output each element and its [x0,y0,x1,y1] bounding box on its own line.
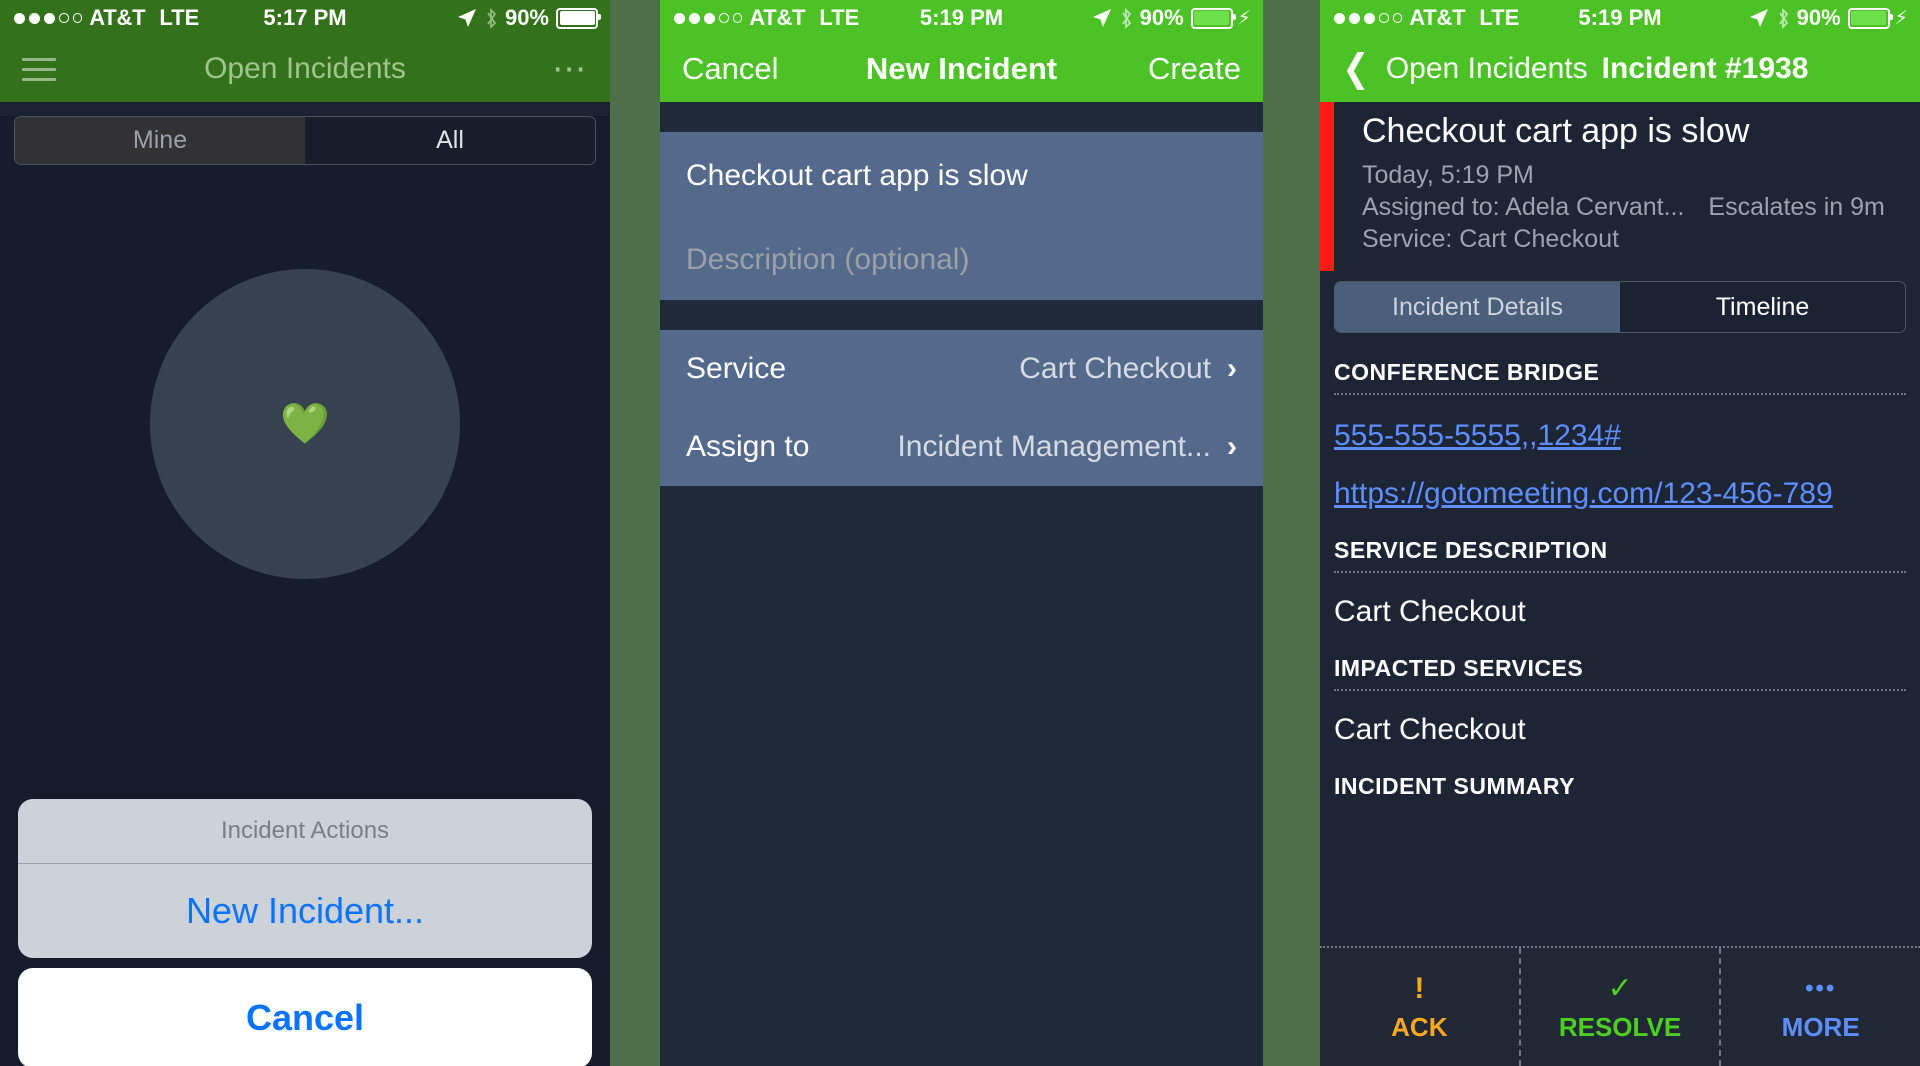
charging-bolt-icon: ⚡ [1237,7,1251,29]
conference-url-link[interactable]: https://gotomeeting.com/123-456-789 [1334,453,1906,511]
tab-incident-details[interactable]: Incident Details [1335,282,1620,332]
status-bar: AT&T LTE 5:19 PM 90% ⚡ [660,0,1263,36]
panel1-body: Mine All 💚 Tip: Create an override from … [0,116,610,1066]
incident-title-input[interactable]: Checkout cart app is slow [660,132,1263,220]
section-heading: INCIDENT SUMMARY [1334,773,1575,799]
section-incident-summary: INCIDENT SUMMARY [1334,747,1906,807]
incident-description-input[interactable]: Description (optional) [660,220,1263,300]
screenshot-stage: AT&T LTE 5:17 PM 90% Open Incidents ⋯ Mi… [0,0,1920,1066]
incident-title: Checkout cart app is slow [1362,112,1750,150]
ellipsis-icon[interactable]: ⋯ [552,52,588,86]
status-bar: AT&T LTE 5:17 PM 90% [0,0,610,36]
assign-to-row-label: Assign to [686,430,810,463]
service-row-right: Cart Checkout › [1019,352,1237,386]
assign-to-row[interactable]: Assign to Incident Management... › [660,408,1263,486]
service-row[interactable]: Service Cart Checkout › [660,330,1263,408]
status-bar: AT&T LTE 5:19 PM 90% ⚡ [1320,0,1920,36]
service-description-value: Cart Checkout [1334,595,1526,628]
chevron-right-icon: › [1227,352,1237,385]
page-title: Incident #1938 [1601,52,1809,85]
phone-panel-new-incident: AT&T LTE 5:19 PM 90% ⚡ Cancel New Incide… [660,0,1263,1066]
conference-phone-link[interactable]: 555-555-5555,,1234# [1334,395,1906,453]
nav-bar: Cancel New Incident Create [660,36,1263,102]
status-bar-right: 90% ⚡ [1749,0,1908,36]
section-heading: SERVICE DESCRIPTION [1334,537,1608,563]
incident-escalation: Escalates in 9m [1708,193,1885,221]
incident-scope-segmented-control[interactable]: Mine All [14,116,596,165]
action-sheet-title: Incident Actions [18,799,592,864]
more-button-label: MORE [1781,1011,1860,1042]
ack-button[interactable]: ! ACK [1320,948,1519,1066]
checkmark-icon: ✓ [1607,971,1633,1005]
incident-action-toolbar: ! ACK ✓ RESOLVE ••• MORE [1320,946,1920,1066]
status-bar-right: 90% [457,0,601,36]
chevron-right-icon: › [1227,430,1237,463]
phone-panel-open-incidents: AT&T LTE 5:17 PM 90% Open Incidents ⋯ Mi… [0,0,610,1066]
section-heading: CONFERENCE BRIDGE [1334,359,1600,385]
green-heart-icon: 💚 [280,402,330,446]
tab-timeline[interactable]: Timeline [1620,282,1905,332]
ack-button-label: ACK [1391,1011,1448,1042]
bluetooth-icon [1778,7,1788,29]
charging-bolt-icon: ⚡ [1894,7,1908,29]
battery-percent-label: 90% [504,5,549,30]
resolve-button-label: RESOLVE [1558,1011,1682,1042]
service-row-value: Cart Checkout [1019,352,1211,385]
section-heading: IMPACTED SERVICES [1334,655,1584,681]
incident-text-group: Checkout cart app is slow Description (o… [660,132,1263,300]
action-sheet-item-new-incident[interactable]: New Incident... [18,864,592,958]
cancel-button[interactable]: Cancel [18,968,592,1066]
incident-assigned-to: Assigned to: Adela Cervant... [1362,193,1685,221]
incident-meta: Today, 5:19 PM Assigned to: Adela Cervan… [1362,159,1920,255]
more-button[interactable]: ••• MORE [1719,948,1920,1066]
incident-options-group: Service Cart Checkout › Assign to Incide… [660,330,1263,486]
ellipsis-icon: ••• [1805,974,1837,1002]
resolve-button[interactable]: ✓ RESOLVE [1518,948,1720,1066]
incident-detail-sections: CONFERENCE BRIDGE 555-555-5555,,1234# ht… [1320,333,1920,807]
exclamation-icon: ! [1414,971,1425,1005]
section-service-description: SERVICE DESCRIPTION Cart Checkout [1334,511,1906,629]
section-impacted-services: IMPACTED SERVICES Cart Checkout [1334,629,1906,747]
battery-icon [556,7,601,29]
assign-to-row-value: Incident Management... [897,430,1211,463]
empty-state-circle: 💚 [150,269,460,579]
battery-percent-label: 90% [1139,5,1184,30]
service-row-label: Service [686,352,787,385]
incident-assignment-row: Assigned to: Adela Cervant... Escalates … [1362,191,1920,223]
phone-panel-incident-detail: AT&T LTE 5:19 PM 90% ⚡ ❮ Open Incidents … [1320,0,1920,1066]
location-arrow-icon [1092,9,1111,27]
battery-icon [1190,7,1236,29]
panel2-body: Checkout cart app is slow Description (o… [660,102,1263,1066]
panel3-body: Checkout cart app is slow Today, 5:19 PM… [1320,102,1920,1066]
assign-to-row-right: Incident Management... › [897,430,1237,464]
section-conference-bridge: CONFERENCE BRIDGE 555-555-5555,,1234# ht… [1334,333,1906,511]
location-arrow-icon [1749,9,1768,27]
create-button[interactable]: Create [1148,51,1241,87]
page-title: Open Incidents [204,52,406,85]
segment-mine[interactable]: Mine [15,117,305,164]
incident-timestamp: Today, 5:19 PM [1362,161,1534,189]
nav-bar: ❮ Open Incidents Incident #1938 [1320,36,1920,102]
location-arrow-icon [457,9,476,27]
form-spacer-middle [660,300,1263,330]
impacted-services-value: Cart Checkout [1334,713,1526,746]
incident-header: Checkout cart app is slow Today, 5:19 PM… [1320,102,1920,271]
segment-all[interactable]: All [305,117,595,164]
action-sheet: Incident Actions New Incident... [18,799,592,958]
nav-bar: Open Incidents ⋯ [0,36,610,102]
bluetooth-icon [1121,7,1131,29]
bluetooth-icon [487,7,497,29]
incident-view-segmented-control[interactable]: Incident Details Timeline [1334,281,1906,333]
incident-service: Service: Cart Checkout [1362,225,1620,253]
status-bar-right: 90% ⚡ [1092,0,1251,36]
battery-icon [1847,7,1893,29]
form-spacer-top [660,102,1263,132]
back-button-label[interactable]: Open Incidents [1386,52,1588,86]
battery-percent-label: 90% [1796,5,1841,30]
